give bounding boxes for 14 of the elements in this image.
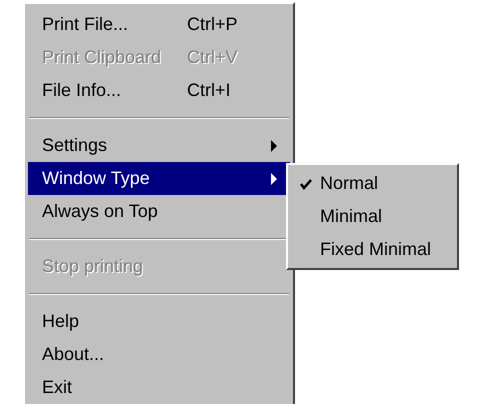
menu-item[interactable]: Help	[28, 305, 290, 338]
menu-item[interactable]: File Info... Ctrl+I	[28, 74, 290, 107]
menu-item[interactable]: Print File... Ctrl+P	[28, 8, 290, 41]
submenu-item[interactable]: Minimal	[290, 200, 455, 233]
submenu-item[interactable]: Fixed Minimal	[290, 233, 455, 266]
submenu-item[interactable]: Normal	[290, 167, 455, 200]
submenu-arrow-icon	[270, 172, 278, 186]
menu-item[interactable]: Window Type	[28, 162, 290, 195]
checkmark-icon	[300, 178, 312, 190]
menu-item[interactable]: Exit	[28, 371, 290, 404]
submenu-arrow-icon	[270, 138, 278, 152]
menu-item[interactable]: About...	[28, 338, 290, 371]
menu-item[interactable]: Settings	[28, 129, 290, 162]
menu-item[interactable]: Always on Top	[28, 195, 290, 228]
